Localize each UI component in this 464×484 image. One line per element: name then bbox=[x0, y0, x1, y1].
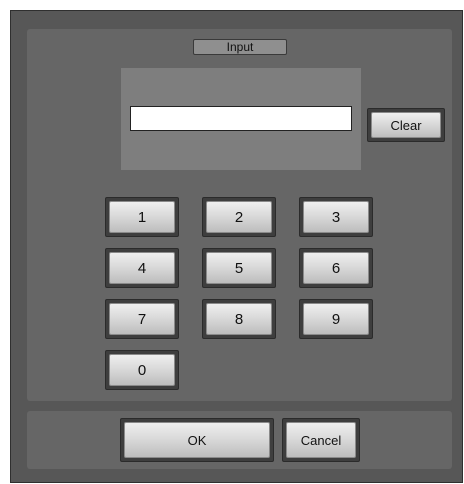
key-3-frame: 3 bbox=[299, 197, 373, 237]
key-7-button[interactable]: 7 bbox=[109, 303, 175, 335]
dialog-title: Input bbox=[193, 39, 287, 55]
key-9-frame: 9 bbox=[299, 299, 373, 339]
key-5-frame: 5 bbox=[202, 248, 276, 288]
key-7-frame: 7 bbox=[105, 299, 179, 339]
input-dialog: Input Clear 1 2 3 4 5 6 7 8 9 0 OK Cance… bbox=[10, 10, 463, 483]
key-8-button[interactable]: 8 bbox=[206, 303, 272, 335]
key-6-button[interactable]: 6 bbox=[303, 252, 369, 284]
key-1-button[interactable]: 1 bbox=[109, 201, 175, 233]
cancel-button-frame: Cancel bbox=[282, 418, 360, 462]
ok-button-frame: OK bbox=[120, 418, 274, 462]
key-3-button[interactable]: 3 bbox=[303, 201, 369, 233]
key-5-button[interactable]: 5 bbox=[206, 252, 272, 284]
clear-button-frame: Clear bbox=[367, 108, 445, 142]
key-1-frame: 1 bbox=[105, 197, 179, 237]
key-2-frame: 2 bbox=[202, 197, 276, 237]
key-0-frame: 0 bbox=[105, 350, 179, 390]
key-4-button[interactable]: 4 bbox=[109, 252, 175, 284]
key-9-button[interactable]: 9 bbox=[303, 303, 369, 335]
key-4-frame: 4 bbox=[105, 248, 179, 288]
clear-button[interactable]: Clear bbox=[371, 112, 441, 138]
input-field[interactable] bbox=[130, 106, 352, 131]
key-0-button[interactable]: 0 bbox=[109, 354, 175, 386]
key-6-frame: 6 bbox=[299, 248, 373, 288]
ok-button[interactable]: OK bbox=[124, 422, 270, 458]
key-2-button[interactable]: 2 bbox=[206, 201, 272, 233]
cancel-button[interactable]: Cancel bbox=[286, 422, 356, 458]
key-8-frame: 8 bbox=[202, 299, 276, 339]
